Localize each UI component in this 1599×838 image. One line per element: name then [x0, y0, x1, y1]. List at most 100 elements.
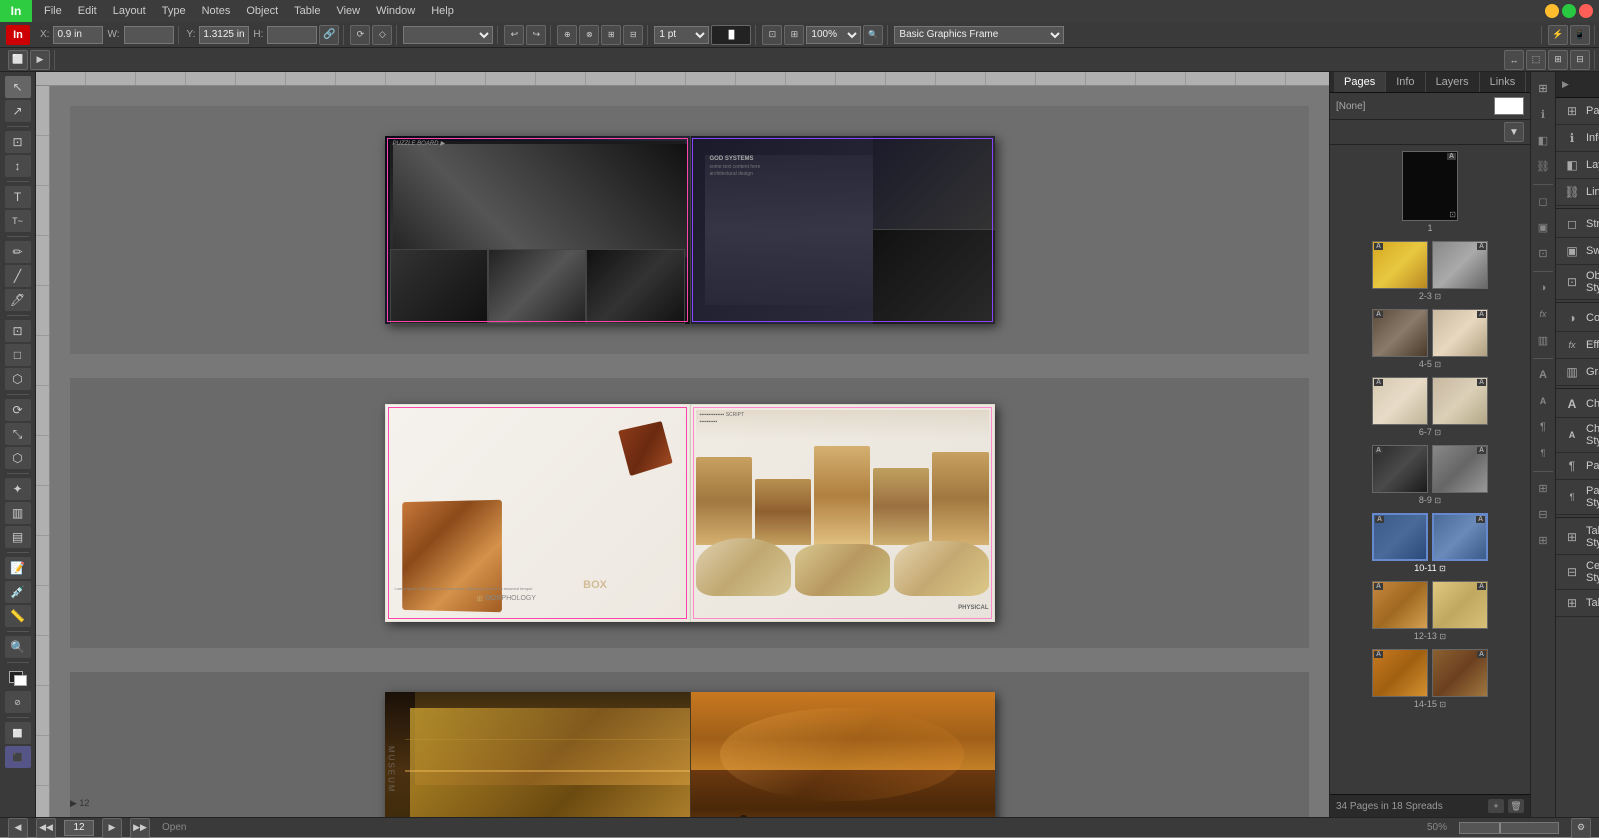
normal-view-btn[interactable]: ⬜ [8, 50, 28, 70]
object-styles-icon-btn[interactable]: ⊡ [1531, 241, 1555, 265]
measure-tool[interactable]: 📏 [5, 605, 31, 627]
menu-object[interactable]: Object [238, 3, 286, 19]
page-tool[interactable]: ⊡ [5, 131, 31, 153]
menu-layout[interactable]: Layout [105, 3, 154, 19]
pages-icon-btn[interactable]: ⊞ [1531, 76, 1555, 100]
gap-tool[interactable]: ↕ [5, 155, 31, 177]
direct-select-tool[interactable]: ↗ [5, 100, 31, 122]
step1-btn[interactable]: ⊕ [557, 25, 577, 45]
character-icon-btn[interactable]: A [1531, 363, 1555, 387]
rectangle-frame-tool[interactable]: ⊡ [5, 320, 31, 342]
page-thumb-6[interactable]: A [1372, 377, 1428, 425]
new-page-icon[interactable]: + [1488, 799, 1504, 813]
character-styles-icon-btn[interactable]: A [1531, 389, 1555, 413]
cell-styles-icon-btn[interactable]: ⊟ [1531, 502, 1555, 526]
info-icon-btn[interactable]: ℹ [1531, 102, 1555, 126]
ctx3-btn[interactable]: ⊞ [1548, 50, 1568, 70]
gradient-feather-tool[interactable]: ▤ [5, 526, 31, 548]
page-thumb-14[interactable]: A [1372, 649, 1428, 697]
page-thumb-13[interactable]: A [1432, 581, 1488, 629]
preview-btn[interactable]: ▶ [30, 50, 50, 70]
shear-btn[interactable]: ◇ [372, 25, 392, 45]
prev-spread-btn[interactable]: ◀ [8, 818, 28, 838]
undo-btn[interactable]: ↩ [504, 25, 524, 45]
h-input[interactable] [267, 26, 317, 44]
page-thumb-15[interactable]: A [1432, 649, 1488, 697]
spread-2[interactable]: BOX ⊞MORPHOLOGY Lorem ipsum dolor sit am… [385, 404, 995, 622]
swatches-icon-btn[interactable]: ▣ [1531, 215, 1555, 239]
tab-info[interactable]: Info [1386, 72, 1425, 92]
menu-type[interactable]: Type [154, 3, 194, 19]
spread-3[interactable]: MUSEUM ALEXHOGREFE.COM [385, 692, 995, 817]
maximize-btn[interactable] [1562, 4, 1576, 18]
prop-table[interactable]: ⊞ Table [1556, 590, 1599, 617]
page-thumb-11[interactable]: A [1432, 513, 1488, 561]
delete-page-icon[interactable]: 🗑 [1508, 799, 1524, 813]
page-number-input[interactable] [64, 820, 94, 836]
w-input[interactable] [124, 26, 174, 44]
line-tool[interactable]: ╱ [5, 265, 31, 287]
page-thumb-10[interactable]: A [1372, 513, 1428, 561]
canvas-area[interactable]: GOD SYSTEMS some text content herearchit… [50, 86, 1329, 817]
tab-layers[interactable]: Layers [1426, 72, 1480, 92]
prop-links[interactable]: ⛓ Links [1556, 179, 1599, 206]
prop-layers[interactable]: ◧ Layers [1556, 152, 1599, 179]
pages-arrow-btn[interactable]: ▼ [1504, 122, 1524, 142]
y-input[interactable] [199, 26, 249, 44]
page-thumb-9[interactable]: A [1432, 445, 1488, 493]
device-btn[interactable]: 📱 [1570, 25, 1590, 45]
stroke-color-btn[interactable]: █ [711, 25, 751, 45]
scale-tool[interactable]: ⤡ [5, 423, 31, 445]
ctx1-btn[interactable]: ↔ [1504, 50, 1524, 70]
prop-pages[interactable]: ⊞ Pages [1556, 98, 1599, 125]
zoom-btn[interactable]: 🔍 [863, 25, 883, 45]
menu-window[interactable]: Window [368, 3, 423, 19]
prop-table-styles[interactable]: ⊞ Table Styles [1556, 520, 1599, 555]
layers-icon-btn[interactable]: ◧ [1531, 128, 1555, 152]
pencil-tool[interactable]: ✏ [5, 241, 31, 263]
prop-info[interactable]: ℹ Info [1556, 125, 1599, 152]
redo-btn[interactable]: ↪ [526, 25, 546, 45]
preview-mode-btn[interactable]: ⬛ [5, 746, 31, 768]
stroke-select[interactable]: 1 pt [654, 26, 709, 44]
menu-notes[interactable]: Notes [194, 3, 239, 19]
prop-gradient[interactable]: ▥ Gradient [1556, 359, 1599, 386]
menu-view[interactable]: View [328, 3, 368, 19]
page-thumb-8[interactable]: A [1372, 445, 1428, 493]
prop-para-styles[interactable]: ¶ Paragraph Styles [1556, 480, 1599, 515]
prop-effects[interactable]: fx Effects [1556, 332, 1599, 359]
prop-paragraph[interactable]: ¶ Paragraph [1556, 453, 1599, 480]
color-icon-btn[interactable]: ◑ [1531, 276, 1555, 300]
select-tool[interactable]: ↖ [5, 76, 31, 98]
prop-char-styles[interactable]: A Character Styles [1556, 418, 1599, 453]
align-select[interactable] [403, 26, 493, 44]
pen-tool[interactable]: 🖊 [5, 289, 31, 311]
table-styles-icon-btn[interactable]: ⊞ [1531, 476, 1555, 500]
gradient-tool[interactable]: ▥ [5, 502, 31, 524]
polygon-tool[interactable]: ⬡ [5, 368, 31, 390]
tab-links[interactable]: Links [1480, 72, 1527, 92]
menu-edit[interactable]: Edit [70, 3, 105, 19]
note-tool[interactable]: 📝 [5, 557, 31, 579]
next-spread-btn[interactable]: ▶ [102, 818, 122, 838]
spread-1[interactable]: GOD SYSTEMS some text content herearchit… [385, 136, 995, 324]
menu-table[interactable]: Table [286, 3, 328, 19]
zoom-slider[interactable] [1459, 822, 1559, 834]
type-tool[interactable]: T [5, 186, 31, 208]
frame-select[interactable]: Basic Graphics Frame [894, 26, 1064, 44]
first-spread-btn[interactable]: ◀◀ [36, 818, 56, 838]
zoom-tool[interactable]: 🔍 [5, 636, 31, 658]
ctx2-btn[interactable]: ⬚ [1526, 50, 1546, 70]
x-input[interactable] [53, 26, 103, 44]
lightning-btn[interactable]: ⚡ [1548, 25, 1568, 45]
last-spread-btn[interactable]: ▶▶ [130, 818, 150, 838]
effects-icon-btn[interactable]: fx [1531, 302, 1555, 326]
page-thumb-5[interactable]: A [1432, 309, 1488, 357]
page-thumb-3[interactable]: A [1432, 241, 1488, 289]
page-thumb-12[interactable]: A [1372, 581, 1428, 629]
menu-file[interactable]: File [36, 3, 70, 19]
prop-swatches[interactable]: ▣ Swatches [1556, 238, 1599, 265]
rotate-tool[interactable]: ⟳ [5, 399, 31, 421]
prop-stroke[interactable]: ◻ Stroke [1556, 211, 1599, 238]
page-thumb-4[interactable]: A [1372, 309, 1428, 357]
